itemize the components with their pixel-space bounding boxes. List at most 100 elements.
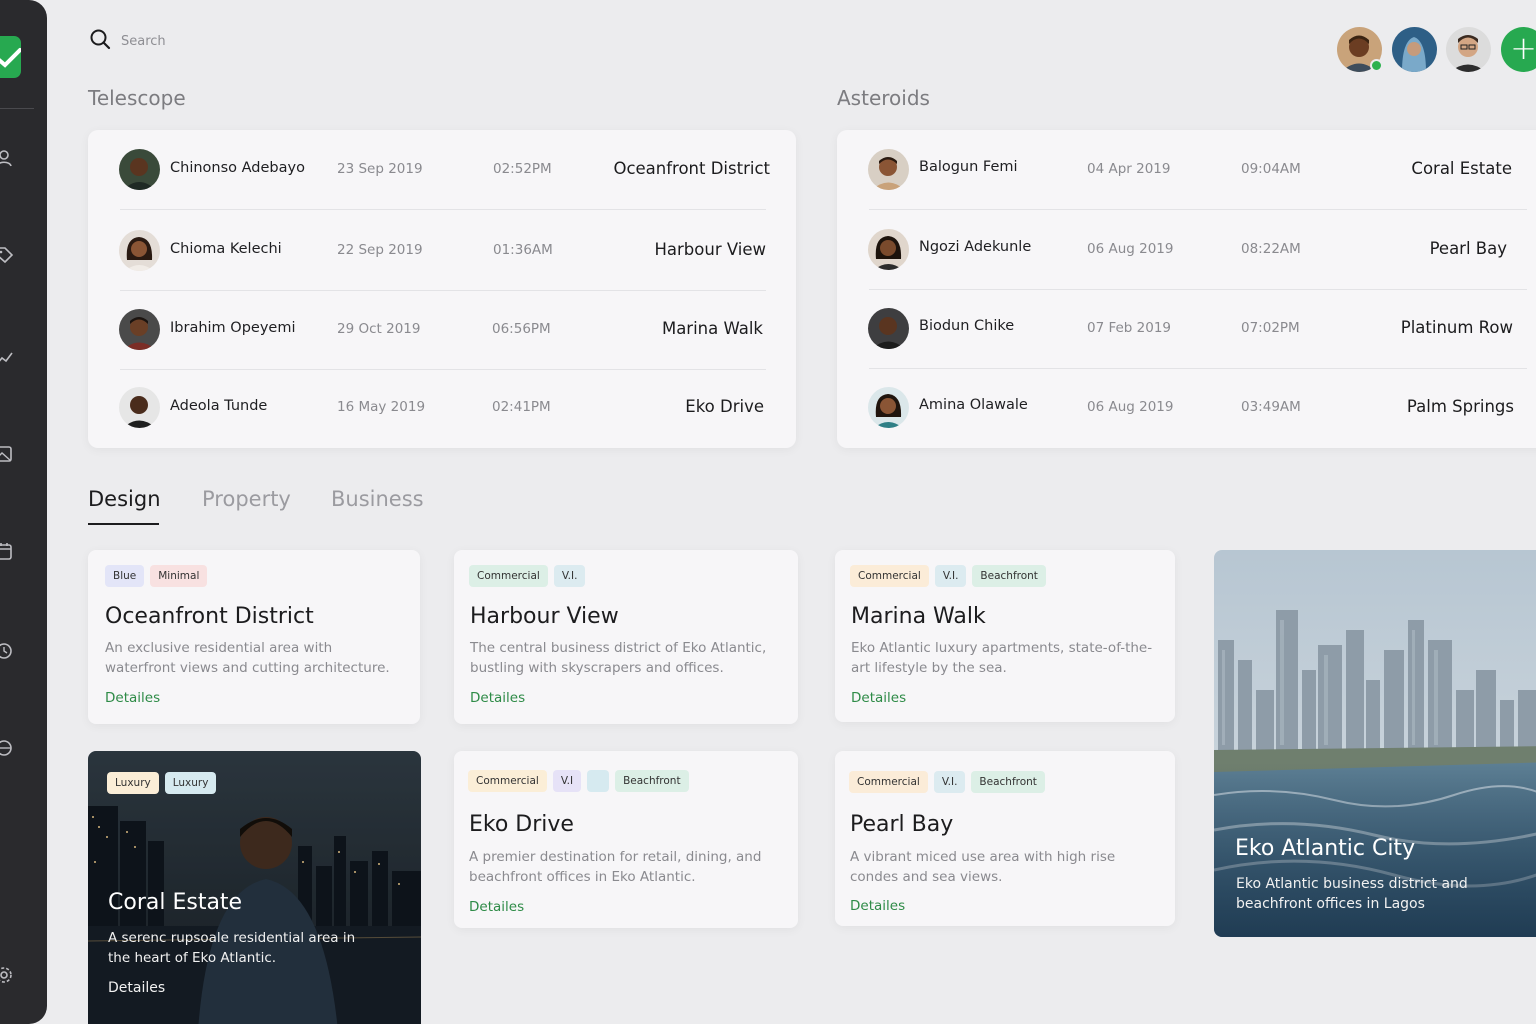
row-place: Marina Walk	[661, 319, 763, 338]
card-description: A vibrant miced use area with high rise …	[850, 849, 1116, 885]
row-name: Chioma Kelechi	[170, 241, 282, 257]
row-name: Adeola Tunde	[170, 398, 268, 414]
card-title: Oceanfront District	[105, 604, 314, 629]
property-card-oceanfront[interactable]: Blue Minimal Oceanfront District An excl…	[88, 550, 420, 724]
details-link[interactable]: Detailes	[470, 690, 525, 706]
sidebar	[0, 0, 47, 1024]
card-title: Eko Drive	[469, 812, 574, 837]
row-name: Biodun Chike	[919, 318, 1015, 334]
row-time: 01:36AM	[493, 242, 553, 258]
tag: Blue	[105, 565, 145, 587]
row-time: 07:02PM	[1241, 320, 1300, 336]
card-description: Eko Atlantic business district and beach…	[1236, 876, 1468, 912]
property-card-eko-drive[interactable]: Commercial V.I Beachfront Eko Drive A pr…	[454, 751, 798, 928]
tag-list: Commercial V.I. Beachfront	[849, 771, 1045, 793]
row-place: Coral Estate	[1411, 159, 1512, 178]
avatar	[868, 387, 909, 428]
card-title: Eko Atlantic City	[1235, 836, 1416, 861]
card-description: An exclusive residential area with water…	[105, 640, 390, 676]
row-place: Eko Drive	[685, 397, 764, 416]
row-place: Pearl Bay	[1429, 239, 1507, 258]
team-avatar-3[interactable]	[1446, 27, 1491, 72]
row-time: 06:56PM	[492, 321, 551, 337]
app-logo[interactable]	[0, 36, 21, 78]
row-time: 03:49AM	[1241, 399, 1301, 415]
image-icon[interactable]	[0, 444, 14, 464]
card-title: Coral Estate	[108, 890, 243, 915]
tag: Luxury	[107, 772, 159, 794]
search-input[interactable]	[121, 33, 341, 49]
calendar-icon[interactable]	[0, 541, 14, 561]
details-link[interactable]: Detailes	[105, 690, 160, 706]
user-icon[interactable]	[0, 148, 14, 168]
details-link[interactable]: Detailes	[851, 690, 906, 706]
tab-business[interactable]: Business	[331, 487, 424, 511]
tag: V.I.	[933, 771, 966, 793]
row-name: Ibrahim Opeyemi	[170, 320, 296, 336]
telescope-heading: Telescope	[88, 86, 186, 110]
settings-icon[interactable]	[0, 965, 14, 985]
row-place: Platinum Row	[1400, 318, 1513, 337]
tab-property[interactable]: Property	[202, 487, 291, 511]
table-row[interactable]: Biodun Chike 07 Feb 2019 07:02PM Platinu…	[837, 289, 1536, 367]
tag: Commercial	[469, 565, 548, 587]
tab-design[interactable]: Design	[88, 487, 161, 511]
table-row[interactable]: Amina Olawale 06 Aug 2019 03:49AM Palm S…	[837, 368, 1536, 446]
tag: Luxury	[164, 772, 217, 794]
asteroids-heading: Asteroids	[837, 86, 930, 110]
tag: Commercial	[850, 565, 929, 587]
tag-list: Luxury Luxury	[107, 772, 217, 794]
avatar	[868, 149, 909, 190]
row-date: 22 Sep 2019	[337, 242, 423, 258]
table-row[interactable]: Chinonso Adebayo 23 Sep 2019 02:52PM Oce…	[88, 130, 796, 208]
asteroids-panel: Balogun Femi 04 Apr 2019 09:04AM Coral E…	[837, 130, 1536, 448]
table-row[interactable]: Adeola Tunde 16 May 2019 02:41PM Eko Dri…	[88, 368, 796, 446]
property-card-coral[interactable]: Luxury Luxury Coral Estate A serenc rups…	[88, 751, 421, 1024]
sidebar-divider	[0, 108, 34, 109]
row-time: 08:22AM	[1241, 241, 1301, 257]
details-link[interactable]: Detailes	[469, 899, 524, 915]
globe-icon[interactable]	[0, 738, 14, 758]
tag-icon[interactable]	[0, 245, 14, 265]
tag	[587, 770, 610, 792]
search-icon	[89, 28, 111, 54]
avatar	[119, 230, 160, 271]
online-status-dot	[1370, 59, 1383, 72]
row-time: 02:41PM	[492, 399, 551, 415]
row-name: Amina Olawale	[919, 397, 1028, 413]
active-tab-indicator	[88, 523, 159, 525]
tag-list: Commercial V.I Beachfront	[468, 770, 689, 792]
row-date: 04 Apr 2019	[1087, 161, 1171, 177]
team-avatar-2[interactable]	[1392, 27, 1437, 72]
details-link[interactable]: Detailes	[850, 898, 905, 914]
property-card-pearl-bay[interactable]: Commercial V.I. Beachfront Pearl Bay A v…	[835, 751, 1175, 926]
row-place: Harbour View	[654, 240, 766, 259]
tag-list: Commercial V.I.	[469, 565, 586, 587]
tag: Beachfront	[972, 565, 1046, 587]
row-date: 16 May 2019	[337, 399, 426, 415]
row-name: Ngozi Adekunle	[919, 239, 1032, 255]
table-row[interactable]: Chioma Kelechi 22 Sep 2019 01:36AM Harbo…	[88, 211, 796, 289]
table-row[interactable]: Ngozi Adekunle 06 Aug 2019 08:22AM Pearl…	[837, 210, 1536, 288]
chart-icon[interactable]	[0, 348, 14, 368]
avatar	[119, 387, 160, 428]
row-date: 23 Sep 2019	[337, 161, 423, 177]
card-description: A serenc rupsoale residential area in th…	[108, 930, 356, 966]
avatar	[119, 309, 160, 350]
property-card-harbour[interactable]: Commercial V.I. Harbour View The central…	[454, 550, 798, 724]
row-time: 09:04AM	[1241, 161, 1301, 177]
card-description: A premier destination for retail, dining…	[469, 849, 762, 885]
property-card-marina[interactable]: Commercial V.I. Beachfront Marina Walk E…	[835, 550, 1175, 722]
city-photo-card[interactable]: Eko Atlantic City Eko Atlantic business …	[1214, 550, 1536, 937]
search-bar[interactable]	[89, 28, 341, 54]
table-row[interactable]: Ibrahim Opeyemi 29 Oct 2019 06:56PM Mari…	[88, 290, 796, 368]
clock-icon[interactable]	[0, 641, 14, 661]
tag: Minimal	[150, 565, 208, 587]
table-row[interactable]: Balogun Femi 04 Apr 2019 09:04AM Coral E…	[837, 130, 1536, 208]
tag: Beachfront	[971, 771, 1045, 793]
add-member-button[interactable]: +	[1501, 27, 1536, 72]
tag: Beachfront	[615, 770, 689, 792]
avatar	[868, 229, 909, 270]
details-link[interactable]: Detailes	[108, 980, 165, 996]
row-date: 06 Aug 2019	[1087, 399, 1174, 415]
